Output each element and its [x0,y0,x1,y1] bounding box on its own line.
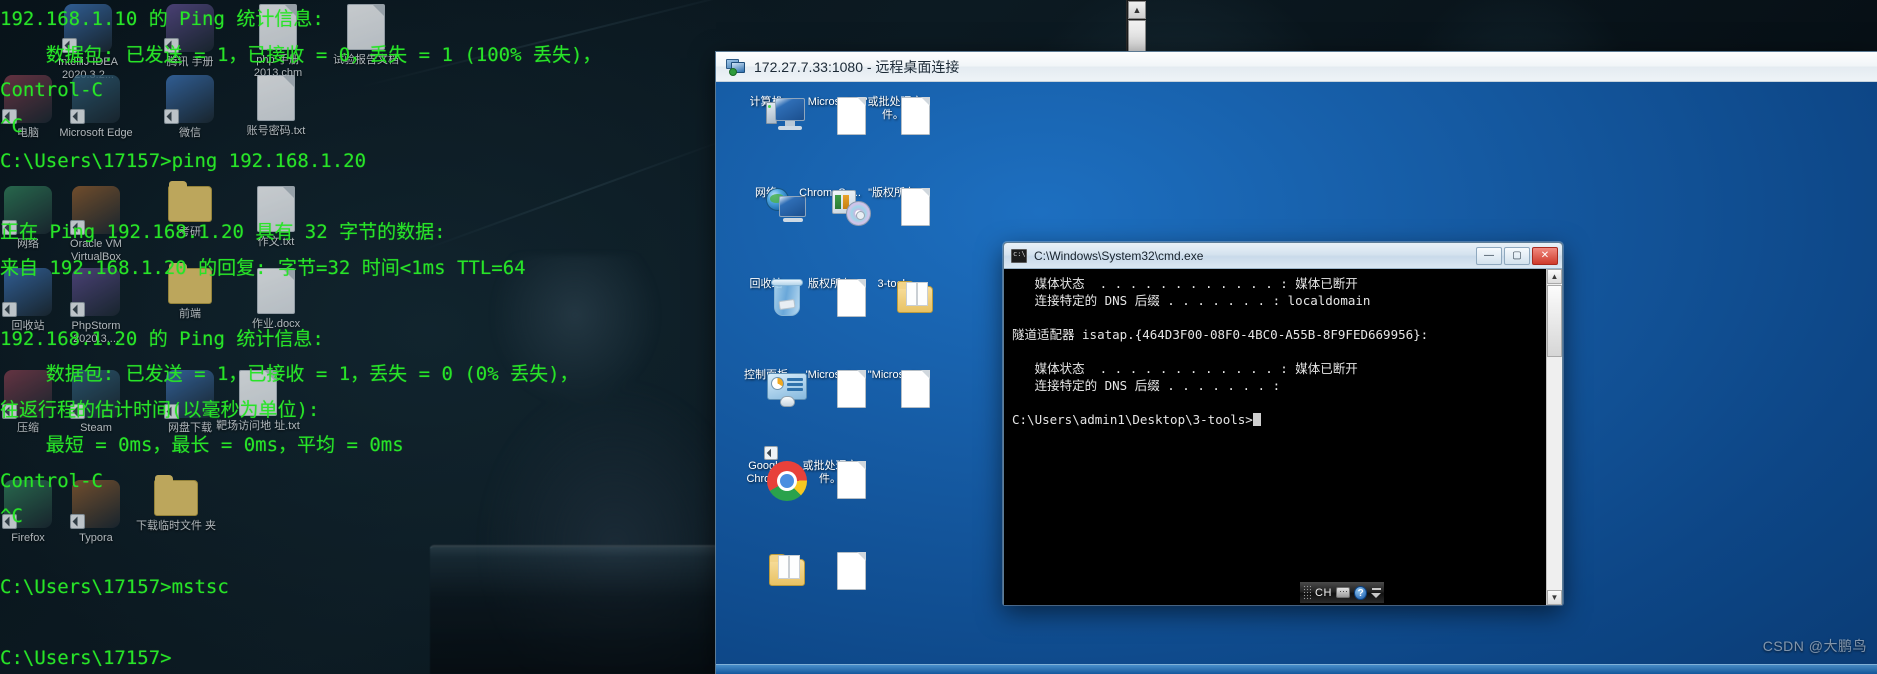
ime-bar-controls [1371,587,1381,598]
close-button[interactable]: ✕ [1532,246,1558,265]
terminal-line: 192.168.1.10 的 Ping 统计信息: [0,8,324,30]
ime-language-bar[interactable]: CH ? [1299,581,1385,604]
cmd-console-line: 连接特定的 DNS 后缀 . . . . . . . : localdomain [1012,293,1371,308]
cmd-console-line: 媒体状态 . . . . . . . . . . . . : 媒体已断开 [1012,276,1358,291]
cmd-console-line: 连接特定的 DNS 后缀 . . . . . . . : [1012,378,1281,393]
cmd-title-text: C:\Windows\System32\cmd.exe [1034,248,1204,263]
scroll-up-icon[interactable]: ▲ [1128,1,1146,19]
remote-desktop-icon[interactable]: 3-tools [856,278,933,313]
cmd-console-line [1012,394,1546,411]
keyboard-icon[interactable] [1335,587,1351,598]
cmd-console-line: C:\Users\admin1\Desktop\3-tools> [1012,411,1546,428]
cmd-scroll-up-icon[interactable]: ▲ [1547,269,1562,284]
remote-desktop-icon[interactable]: 或批处理文 件。 [792,460,868,499]
remote-desktop-surface[interactable]: 计算机Microsoft'或批处理文 件。'网络ChromeSe..."版权所有… [716,82,1877,674]
cmd-titlebar[interactable]: C:\Windows\System32\cmd.exe — ▢ ✕ [1004,243,1562,269]
rdp-window[interactable]: 172.27.7.33:1080 - 远程桌面连接 计算机Microsoft'或… [716,52,1877,674]
remote-desktop-icon[interactable]: '或批处理文 件。' [856,96,932,135]
remote-taskbar[interactable] [716,664,1877,674]
maximize-button[interactable]: ▢ [1504,246,1530,265]
cmd-body: 媒体状态 . . . . . . . . . . . . : 媒体已断开 连接特… [1004,269,1562,605]
cmd-window[interactable]: C:\Windows\System32\cmd.exe — ▢ ✕ 媒体状态 .… [1003,242,1563,605]
remote-desktop-icon[interactable]: "Microsoft" [856,369,932,408]
cmd-scrollbar[interactable]: ▲ ▼ [1546,269,1562,605]
screen-root: IntelliJ IDEA 2020.3.2...腾讯 手册php 手册 201… [0,0,1877,674]
cmd-console-line: 隧道适配器 isatap.{464D3F00-08F0-4BC0-A55B-8F… [1012,327,1429,342]
watermark: CSDN @大鹏鸟 [1762,638,1867,654]
ime-language-label[interactable]: CH [1315,587,1332,599]
ime-minimize-icon[interactable] [1371,587,1381,590]
rdp-title-text: 172.27.7.33:1080 - 远程桌面连接 [754,58,960,75]
cmd-console-line [1012,343,1546,360]
cmd-window-controls: — ▢ ✕ [1476,246,1562,265]
remote-desktop-icon[interactable]: "版权所有" [856,187,932,226]
chevron-down-icon[interactable] [1371,592,1381,598]
cmd-console-line: 媒体状态 . . . . . . . . . . . . : 媒体已断开 [1012,361,1358,376]
cmd-cursor [1252,413,1261,426]
minimize-button[interactable]: — [1476,246,1502,265]
help-icon[interactable]: ? [1354,585,1367,600]
cmd-scrollbar-thumb[interactable] [1547,285,1562,357]
rdp-titlebar[interactable]: 172.27.7.33:1080 - 远程桌面连接 [716,52,1877,82]
console-icon [1011,248,1027,263]
remote-desktop-icon [726,58,746,76]
cmd-scroll-down-icon[interactable]: ▼ [1547,590,1562,605]
cmd-console-line [1012,309,1546,326]
cmd-console-output[interactable]: 媒体状态 . . . . . . . . . . . . : 媒体已断开 连接特… [1004,269,1546,605]
drag-handle-icon[interactable] [1303,585,1311,600]
